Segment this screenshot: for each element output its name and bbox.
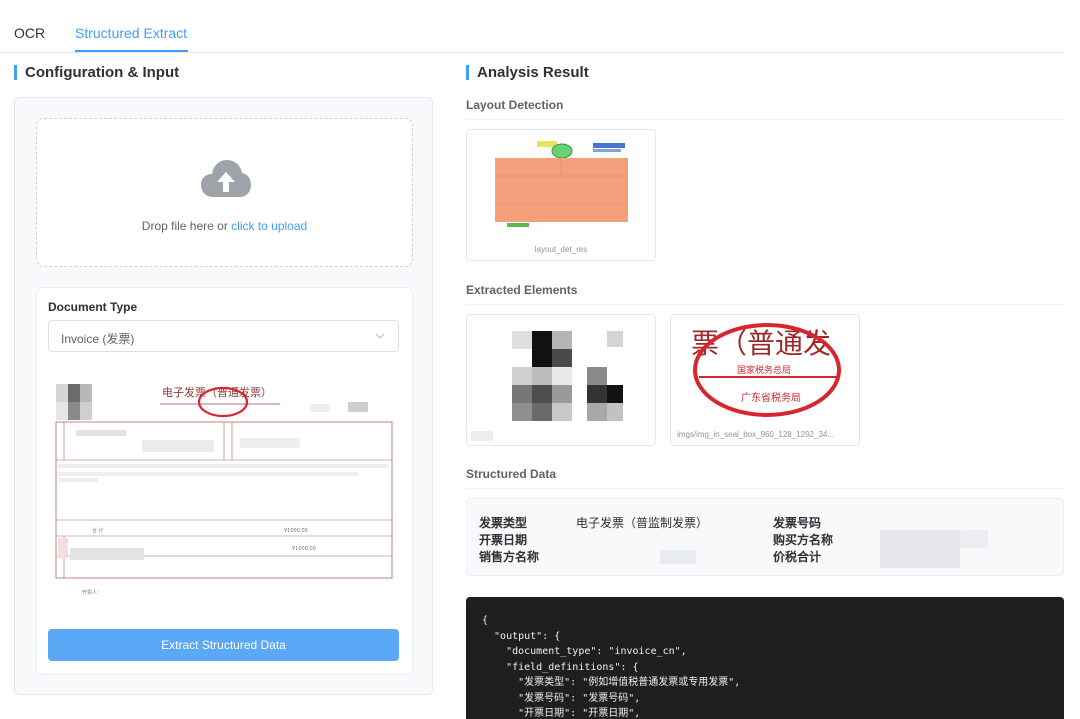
field-key-invoice-type: 发票类型 (479, 516, 528, 530)
structured-data-label: Structured Data (466, 467, 557, 481)
layout-detection-label: Layout Detection (466, 98, 564, 112)
structured-divider (466, 488, 1064, 489)
extracted-element-qr[interactable] (466, 314, 656, 446)
cloud-upload-icon (201, 160, 251, 197)
json-output-panel: { "output": { "document_type": "invoice_… (466, 597, 1064, 719)
qr-code-image (471, 331, 623, 441)
redacted-value (960, 530, 988, 548)
analysis-section-title: Analysis Result (466, 64, 589, 82)
invoice-preview-amount: ¥1000.00 (292, 546, 316, 552)
layout-detection-image (495, 141, 628, 227)
seal-image: 票（普通发 国家税务总局 广东省税务局 (691, 323, 841, 417)
field-key-issue-date: 开票日期 (479, 533, 528, 547)
elements-divider (466, 304, 1064, 305)
upload-hint: Drop file here or click to upload (37, 219, 412, 233)
field-key-buyer-name: 购买方名称 (773, 533, 834, 547)
tab-ocr[interactable]: OCR (14, 24, 45, 42)
field-value-invoice-type: 电子发票（普监制发票） (576, 516, 709, 530)
tab-structured-extract[interactable]: Structured Extract (75, 24, 187, 42)
seal-caption: imgs/img_in_seal_box_960_128_1292_34... (677, 430, 835, 439)
layout-detection-caption: layout_det_res (534, 245, 588, 254)
document-type-label: Document Type (48, 300, 138, 314)
layout-detection-thumbnail[interactable]: layout_det_res (466, 129, 656, 261)
click-to-upload-link[interactable]: click to upload (231, 219, 307, 233)
extracted-element-seal[interactable]: 票（普通发 国家税务总局 广东省税务局 imgs/img_in_seal_box… (670, 314, 860, 446)
json-output-text: { "output": { "document_type": "invoice_… (482, 615, 741, 719)
seal-text-bottom: 广东省税务局 (741, 391, 801, 404)
invoice-preview-title: 电子发票（普通发票） (162, 385, 272, 399)
field-key-seller-name: 销售方名称 (479, 550, 540, 564)
svg-text:合 计: 合 计 (92, 527, 104, 534)
field-key-total-amount: 价税合计 (773, 550, 822, 564)
extract-structured-data-button[interactable]: Extract Structured Data (48, 629, 399, 661)
redacted-value (660, 550, 696, 564)
seal-text-mid: 国家税务总局 (737, 364, 791, 376)
svg-text:¥1000.00: ¥1000.00 (284, 528, 308, 534)
invoice-preview: 电子发票（普通发票） 合 计 ¥1000.00 ¥1000.00 开票人： (52, 378, 397, 604)
invoice-preview-image: 电子发票（普通发票） 合 计 ¥1000.00 ¥1000.00 开票人： (55, 384, 393, 596)
upload-hint-text: Drop file here or (141, 219, 232, 233)
field-key-invoice-number: 发票号码 (773, 516, 822, 530)
document-type-select[interactable]: Invoice (发票) (48, 320, 399, 352)
invoice-preview-payee: 开票人： (82, 590, 102, 596)
chevron-down-icon (375, 333, 385, 339)
tab-bar: OCR Structured Extract (0, 0, 1064, 53)
redacted-value (880, 530, 960, 568)
config-section-title: Configuration & Input (14, 64, 179, 82)
layout-divider (466, 119, 1064, 120)
upload-dropzone[interactable]: Drop file here or click to upload (36, 118, 413, 267)
active-tab-indicator (75, 50, 188, 52)
extracted-elements-label: Extracted Elements (466, 283, 578, 297)
document-type-value: Invoice (发票) (61, 332, 135, 346)
